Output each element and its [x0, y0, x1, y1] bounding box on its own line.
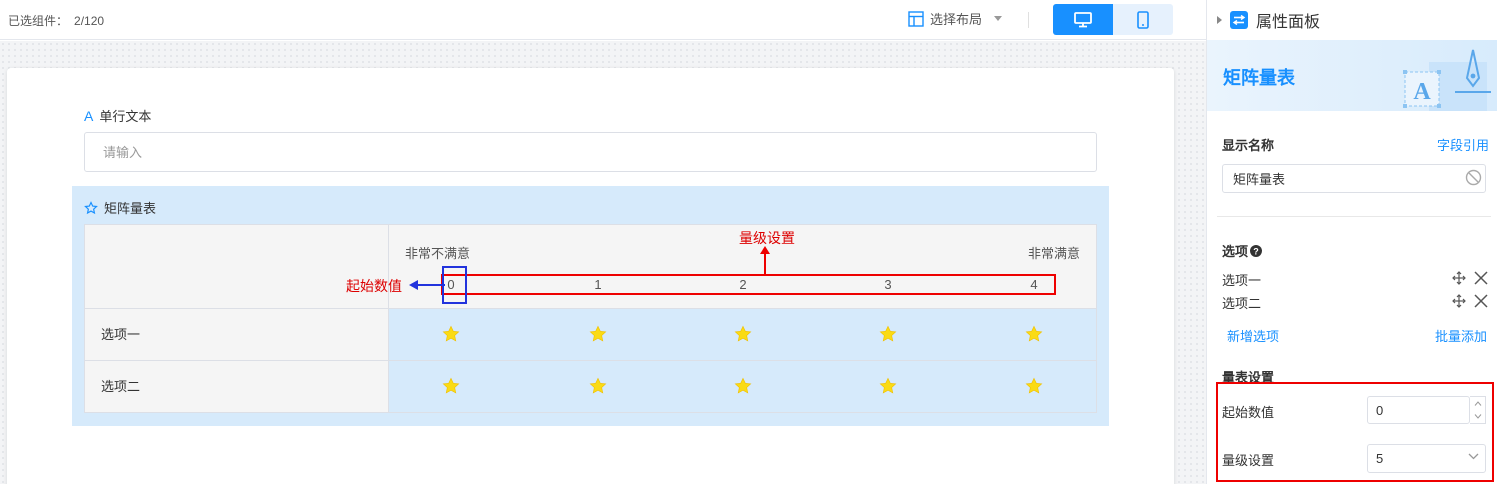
close-icon[interactable]: [1474, 294, 1488, 308]
star-icon[interactable]: [442, 377, 460, 398]
text-pen-illustration-icon: A: [1403, 49, 1491, 111]
star-icon[interactable]: [589, 377, 607, 398]
start-value-highlight: [442, 266, 467, 304]
option-item: 选项二: [1222, 296, 1262, 311]
single-text-label: 单行文本: [99, 109, 152, 124]
help-icon[interactable]: ?: [1250, 244, 1263, 257]
star-icon[interactable]: [1025, 377, 1043, 398]
banner-title: 矩阵量表: [1223, 68, 1295, 88]
matrix-corner-cell: [85, 225, 389, 309]
matrix-table: 非常不满意 非常满意 0 1 2 3 4 选项一 选项二: [84, 224, 1097, 413]
collapse-arrow-icon: [1217, 16, 1222, 24]
level-select[interactable]: 5: [1367, 444, 1486, 473]
matrix-title-label: 矩阵量表: [104, 201, 157, 216]
drag-move-icon[interactable]: [1452, 294, 1466, 308]
single-text-input[interactable]: [84, 132, 1097, 172]
start-value-label: 起始数值: [1222, 405, 1275, 420]
add-option-link[interactable]: 新增选项: [1227, 326, 1279, 345]
star-outline-icon: [84, 200, 98, 214]
field-reference-link[interactable]: 字段引用: [1437, 135, 1489, 154]
svg-text:?: ?: [1253, 246, 1259, 256]
arrow-left-icon: [409, 280, 445, 290]
batch-add-link[interactable]: 批量添加: [1435, 326, 1487, 345]
close-icon[interactable]: [1474, 271, 1488, 285]
star-icon[interactable]: [879, 325, 897, 346]
top-toolbar: 已选组件： 2/120 选择布局: [0, 0, 1206, 40]
text-field-icon: A: [84, 107, 94, 124]
svg-text:A: A: [1413, 79, 1431, 105]
device-switcher: [1053, 4, 1173, 35]
chevron-down-icon: [1468, 453, 1479, 460]
matrix-row: [389, 309, 1096, 361]
level-setting-label: 量级设置: [1222, 453, 1275, 468]
single-text-field-label: A 单行文本: [84, 106, 151, 125]
selected-components-indicator: 已选组件： 2/120: [8, 12, 104, 29]
options-label: 选项: [1222, 244, 1249, 259]
scale-max-label: 非常满意: [1027, 246, 1080, 261]
star-icon[interactable]: [442, 325, 460, 346]
level-select-value: 5: [1376, 451, 1384, 466]
arrow-up-icon: [760, 246, 770, 274]
clear-icon[interactable]: [1465, 169, 1482, 186]
mobile-icon: [1137, 10, 1149, 29]
matrix-title: 矩阵量表: [84, 198, 156, 217]
increment-button[interactable]: [1470, 397, 1485, 410]
level-setting-highlight: [441, 274, 1056, 295]
star-icon[interactable]: [1025, 325, 1043, 346]
star-icon[interactable]: [879, 377, 897, 398]
options-section: 选项 ?: [1222, 241, 1263, 260]
layout-icon: [908, 10, 924, 27]
matrix-row: [389, 361, 1096, 413]
layout-select[interactable]: 选择布局: [908, 9, 1003, 28]
panel-divider: [1217, 216, 1491, 217]
settings-toggle-icon: [1230, 11, 1248, 29]
level-setting-annotation: 量级设置: [739, 230, 795, 246]
matrix-row-label: 选项一: [85, 309, 389, 361]
star-icon[interactable]: [734, 377, 752, 398]
chevron-down-icon: [1474, 414, 1481, 419]
desktop-view-button[interactable]: [1053, 4, 1113, 35]
display-name-label: 显示名称: [1222, 138, 1275, 153]
matrix-row-label: 选项二: [85, 361, 389, 413]
mobile-view-button[interactable]: [1113, 4, 1173, 35]
caret-down-icon: [994, 16, 1003, 21]
scale-min-label: 非常不满意: [405, 246, 471, 261]
property-panel: 属性面板 矩阵量表 A 显示名称 字段引用 选项 ? 选项一 选项二 新增选项 …: [1206, 0, 1497, 484]
star-icon[interactable]: [589, 325, 607, 346]
panel-title: 属性面板: [1256, 14, 1321, 31]
component-banner: 矩阵量表 A: [1207, 40, 1497, 111]
selected-count-value: 2/120: [74, 14, 105, 28]
number-stepper: [1470, 396, 1486, 424]
toolbar-divider: [1028, 12, 1029, 28]
start-value-input[interactable]: [1367, 396, 1470, 424]
star-icon[interactable]: [734, 325, 752, 346]
chevron-up-icon: [1474, 401, 1481, 406]
start-value-annotation: 起始数值: [346, 278, 402, 294]
desktop-icon: [1074, 11, 1092, 27]
layout-select-label: 选择布局: [930, 12, 983, 27]
drag-move-icon[interactable]: [1452, 271, 1466, 285]
decrement-button[interactable]: [1470, 410, 1485, 423]
selected-count-label: 已选组件：: [8, 14, 69, 28]
option-item: 选项一: [1222, 273, 1262, 288]
display-name-input[interactable]: [1222, 164, 1486, 193]
panel-header[interactable]: 属性面板: [1207, 0, 1497, 40]
